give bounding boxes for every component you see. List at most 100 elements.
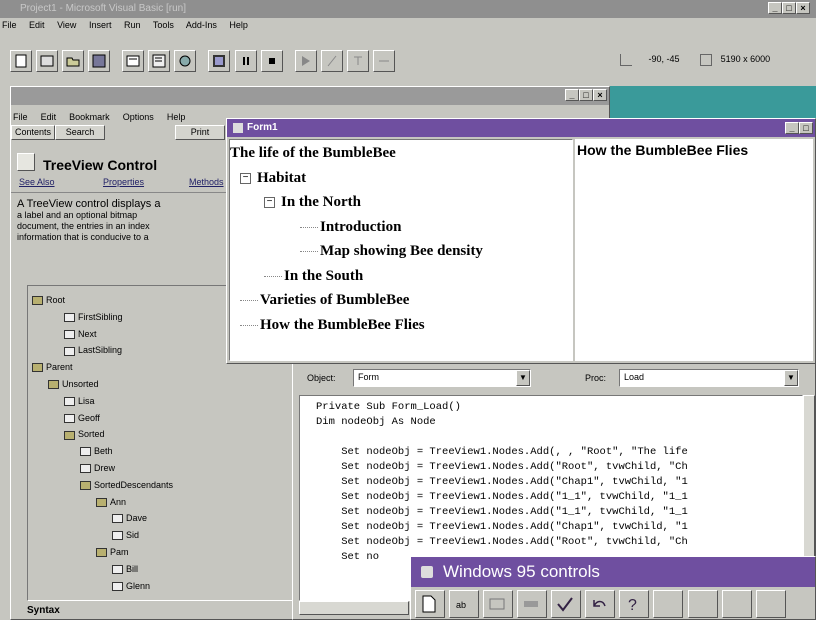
save-icon[interactable] [88, 50, 111, 72]
form-tree-label: Map showing Bee density [320, 243, 483, 259]
tree-node[interactable]: Lisa [32, 393, 296, 410]
document-icon[interactable] [415, 590, 445, 618]
help-icon[interactable]: ? [619, 590, 650, 618]
open-icon[interactable] [62, 50, 85, 72]
form-tree-node[interactable]: Introduction [300, 218, 401, 238]
page-icon [64, 396, 75, 406]
tree-node-label: Lisa [78, 395, 95, 406]
tree-connector [240, 324, 258, 326]
menu-file[interactable]: File [2, 20, 17, 30]
browser-icon[interactable] [174, 50, 197, 72]
form-tree-node[interactable]: Varieties of BumbleBee [240, 291, 409, 311]
tree-node[interactable]: Unsorted [32, 376, 296, 393]
tree-node[interactable]: Beth [32, 443, 296, 460]
new-module-icon[interactable] [36, 50, 59, 72]
methods-link[interactable]: Methods [189, 177, 224, 187]
properties-link[interactable]: Properties [103, 177, 144, 187]
code-hscrollbar[interactable] [299, 601, 409, 615]
help-menu-bookmark[interactable]: Bookmark [69, 112, 110, 122]
tree-node[interactable]: Ann [32, 494, 296, 511]
win95-toolbar: ab ? [411, 587, 815, 618]
chevron-down-icon[interactable]: ▼ [784, 370, 798, 386]
button-icon[interactable] [517, 590, 548, 618]
tree-node[interactable]: Drew [32, 460, 296, 477]
tree-node[interactable]: Pam [32, 544, 296, 561]
tree-node[interactable]: Sorted [32, 426, 296, 443]
check-icon[interactable] [551, 590, 582, 618]
search-button[interactable]: Search [55, 125, 105, 140]
tree-node-label: LastSibling [78, 345, 123, 356]
page-icon [80, 447, 91, 457]
help-menu-options[interactable]: Options [123, 112, 154, 122]
help-menu-edit[interactable]: Edit [41, 112, 57, 122]
step-into-icon[interactable] [346, 50, 369, 72]
form1-maximize-button[interactable]: □ [799, 122, 813, 134]
tree-node[interactable]: Geoff [32, 410, 296, 427]
coords-readout: -90, -45 5190 x 6000 [620, 54, 810, 70]
tree-node[interactable]: Sid [32, 527, 296, 544]
undo-icon[interactable] [585, 590, 616, 618]
topic-book-icon [17, 153, 35, 171]
page-icon [64, 413, 75, 423]
help-minimize-button[interactable]: _ [565, 89, 579, 101]
close-button[interactable]: × [796, 2, 810, 14]
code-line: Set nodeObj = TreeView1.Nodes.Add("1_1",… [316, 491, 688, 503]
form-tree-node[interactable]: The life of the BumbleBee [230, 144, 396, 164]
print-button[interactable]: Print [175, 125, 225, 140]
new-form-icon[interactable] [10, 50, 32, 72]
menu-view[interactable]: View [57, 20, 76, 30]
text-box-icon[interactable]: ab [449, 590, 480, 618]
form-icon [233, 123, 243, 133]
help-maximize-button[interactable]: □ [579, 89, 593, 101]
menu-tools[interactable]: Tools [153, 20, 174, 30]
maximize-button[interactable]: □ [782, 2, 796, 14]
step-over-icon[interactable] [372, 50, 395, 72]
form-tree-node[interactable]: In the South [264, 267, 363, 287]
form-tree-node[interactable]: How the BumbleBee Flies [240, 316, 425, 336]
menu-edit[interactable]: Edit [29, 20, 45, 30]
blank-tool-icon[interactable] [687, 590, 718, 618]
breakpoint-icon[interactable] [294, 50, 317, 72]
instant-watch-icon[interactable] [320, 50, 343, 72]
object-dropdown[interactable]: Form ▼ [353, 369, 531, 387]
help-menu-help[interactable]: Help [167, 112, 186, 122]
blank-tool-icon[interactable] [755, 590, 786, 618]
form1-minimize-button[interactable]: _ [785, 122, 799, 134]
form-tree-node[interactable]: Map showing Bee density [300, 242, 483, 262]
help-menu-file[interactable]: File [13, 112, 28, 122]
properties-icon[interactable] [148, 50, 171, 72]
form-tree-node[interactable]: − Habitat [240, 169, 306, 189]
pause-icon[interactable] [234, 50, 257, 72]
form-tree-label: Varieties of BumbleBee [260, 292, 410, 308]
stop-icon[interactable] [260, 50, 283, 72]
page-icon [64, 329, 75, 339]
collapse-icon[interactable]: − [240, 172, 251, 184]
frame-icon[interactable] [483, 590, 514, 618]
proc-dropdown[interactable]: Load ▼ [619, 369, 799, 387]
tree-node[interactable]: SortedDescendants [32, 477, 296, 494]
menu-addins[interactable]: Add-Ins [186, 20, 217, 30]
code-line: Private Sub Form_Load() [316, 401, 461, 413]
proc-label: Proc: [585, 373, 607, 383]
code-line: Dim nodeObj As Node [316, 416, 436, 428]
blank-tool-icon[interactable] [721, 590, 752, 618]
help-close-button[interactable]: × [593, 89, 607, 101]
tree-node[interactable]: Bill [32, 561, 296, 578]
tree-node[interactable]: Glenn [32, 578, 296, 595]
menu-run[interactable]: Run [124, 20, 141, 30]
tree-node[interactable]: Dave [32, 510, 296, 527]
form-tree-node[interactable]: − In the North [264, 193, 361, 213]
collapse-icon[interactable]: − [264, 197, 275, 209]
menu-editor-icon[interactable] [122, 50, 145, 72]
menu-help[interactable]: Help [229, 20, 248, 30]
project-icon[interactable] [208, 50, 231, 72]
blank-tool-icon[interactable] [653, 590, 684, 618]
chevron-down-icon[interactable]: ▼ [516, 370, 530, 386]
contents-button[interactable]: Contents [11, 125, 55, 140]
minimize-button[interactable]: _ [768, 2, 782, 14]
see-also-link[interactable]: See Also [19, 177, 55, 187]
form1-treeview[interactable]: The life of the BumbleBee − Habitat − In the… [229, 139, 573, 361]
desktop-area [608, 86, 816, 118]
form1-window: Form1 _ □ The life of the BumbleBee − Habit… [226, 118, 816, 364]
menu-insert[interactable]: Insert [89, 20, 112, 30]
